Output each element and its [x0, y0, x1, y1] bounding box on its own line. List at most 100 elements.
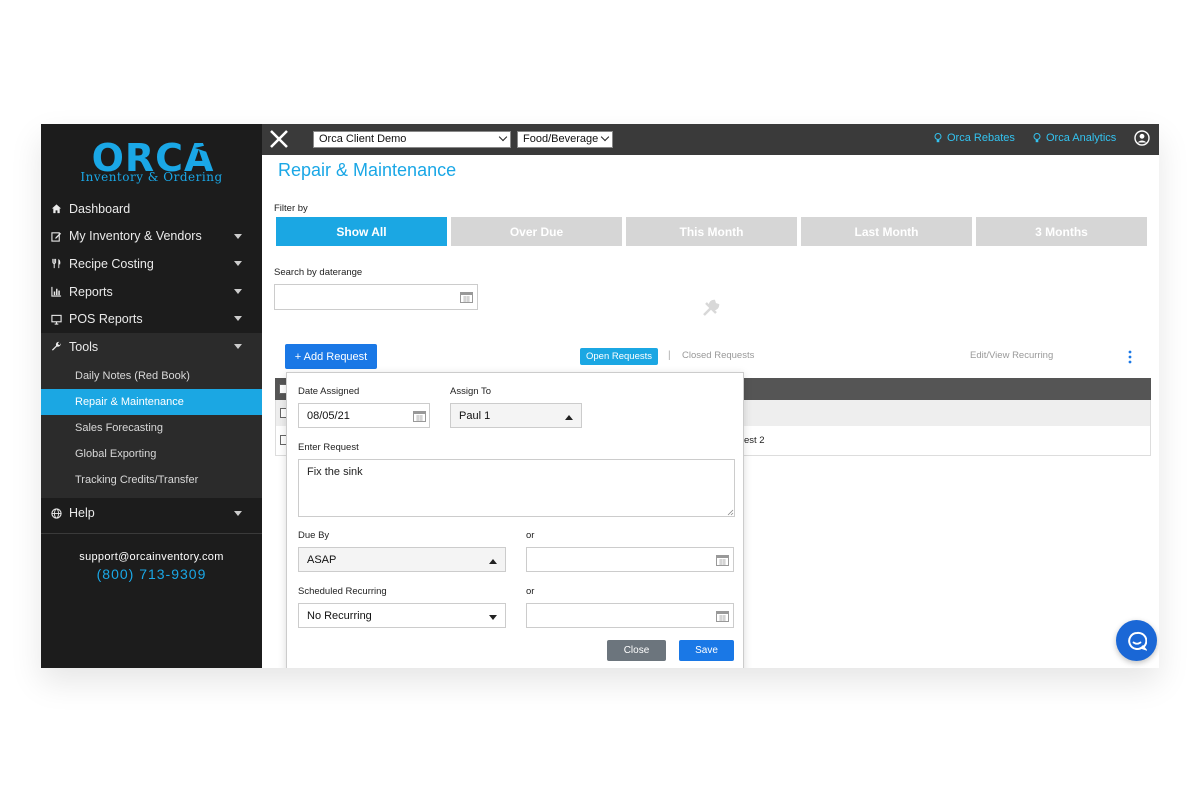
sidebar-subitem-repair-maintenance[interactable]: Repair & Maintenance: [41, 388, 262, 415]
daterange-input[interactable]: [274, 284, 478, 310]
chevron-down-icon: [234, 233, 242, 239]
sidebar-item-label: Help: [69, 506, 95, 521]
sidebar-item-label: POS Reports: [69, 312, 143, 327]
chevron-down-icon: [234, 288, 242, 294]
caret-down-icon: [489, 615, 497, 620]
sidebar-item-dashboard[interactable]: Dashboard: [41, 195, 262, 223]
scheduled-recurring-value: No Recurring: [307, 609, 372, 622]
logo-subtitle: Inventory & Ordering: [80, 170, 223, 184]
client-select[interactable]: Orca Client Demo: [313, 131, 511, 148]
filter-label: Filter by: [274, 203, 308, 214]
filter-over-due[interactable]: Over Due: [451, 217, 622, 246]
orca-rebates-label: Orca Rebates: [947, 132, 1015, 144]
chevron-down-icon: [234, 261, 242, 267]
calendar-icon[interactable]: [716, 554, 729, 566]
tab-open-requests[interactable]: Open Requests: [580, 348, 659, 365]
chat-bubble-icon: [1127, 631, 1147, 651]
due-by-date-input[interactable]: [526, 547, 734, 572]
request-textarea[interactable]: Fix the sink: [298, 459, 735, 517]
sidebar-nav: Dashboard My Inventory & Vendors Recipe …: [41, 195, 262, 527]
filter-3-months[interactable]: 3 Months: [976, 217, 1147, 246]
sidebar-subitem-daily-notes[interactable]: Daily Notes (Red Book): [41, 363, 262, 389]
sidebar-item-reports[interactable]: Reports: [41, 278, 262, 306]
or-label: or: [526, 530, 535, 541]
close-button[interactable]: Close: [607, 640, 666, 661]
filter-last-month[interactable]: Last Month: [801, 217, 972, 246]
user-avatar-icon[interactable]: [1134, 130, 1150, 146]
filter-buttons: Show All Over Due This Month Last Month …: [276, 217, 1147, 246]
due-by-label: Due By: [298, 530, 330, 541]
resize-handle-icon[interactable]: [727, 509, 734, 516]
main-content: Repair & Maintenance Filter by Show All …: [262, 155, 1159, 668]
edit-view-recurring-link[interactable]: Edit/View Recurring: [970, 350, 1053, 361]
chat-button[interactable]: [1116, 620, 1157, 661]
date-assigned-label: Date Assigned: [298, 386, 360, 397]
caret-up-icon: [565, 415, 573, 420]
monitor-icon: [50, 313, 62, 325]
date-assigned-input[interactable]: 08/05/21: [298, 403, 430, 428]
scheduled-recurring-label: Scheduled Recurring: [298, 586, 387, 597]
sidebar-item-label: Dashboard: [69, 201, 131, 216]
more-options-icon[interactable]: [1127, 349, 1133, 365]
orca-analytics-label: Orca Analytics: [1046, 132, 1117, 144]
assign-to-select[interactable]: Paul 1: [450, 403, 582, 428]
sidebar-item-label: Recipe Costing: [69, 256, 154, 271]
lightbulb-icon: [1033, 133, 1041, 143]
support-email[interactable]: support@orcainventory.com: [41, 551, 262, 563]
tools-decorative-icon: [703, 299, 720, 316]
sidebar-item-help[interactable]: Help: [41, 500, 262, 528]
sidebar-subitem-global-exporting[interactable]: Global Exporting: [41, 441, 262, 467]
wrench-icon: [50, 341, 62, 353]
bar-chart-icon: [50, 286, 62, 298]
chevron-down-icon: [234, 510, 242, 516]
sidebar-item-inventory[interactable]: My Inventory & Vendors: [41, 223, 262, 251]
sidebar-item-recipe-costing[interactable]: Recipe Costing: [41, 250, 262, 278]
tab-separator: |: [668, 350, 671, 361]
orca-rebates-link[interactable]: Orca Rebates: [934, 132, 1015, 144]
sidebar-item-label: My Inventory & Vendors: [69, 229, 202, 244]
save-button[interactable]: Save: [679, 640, 734, 661]
caret-up-icon: [489, 559, 497, 564]
tools-submenu: Daily Notes (Red Book) Repair & Maintena…: [41, 360, 262, 498]
support-phone[interactable]: (800) 713-9309: [41, 566, 262, 582]
scheduled-recurring-select[interactable]: No Recurring: [298, 603, 506, 628]
due-by-value: ASAP: [307, 553, 337, 566]
date-assigned-value: 08/05/21: [307, 409, 350, 422]
sidebar-subitem-tracking-credits[interactable]: Tracking Credits/Transfer: [41, 467, 262, 493]
sidebar-item-label: Reports: [69, 284, 113, 299]
chevron-down-icon: [234, 343, 242, 349]
sidebar-item-tools[interactable]: Tools: [41, 332, 262, 361]
sidebar: ORCA Inventory & Ordering Dashboard My I…: [41, 124, 262, 668]
home-icon: [50, 203, 62, 215]
client-select-value: Orca Client Demo: [319, 133, 407, 145]
tab-closed-requests[interactable]: Closed Requests: [682, 350, 754, 361]
search-daterange-label: Search by daterange: [274, 267, 363, 278]
filter-this-month[interactable]: This Month: [626, 217, 797, 246]
category-select[interactable]: Food/Beverage: [517, 131, 613, 148]
assign-to-label: Assign To: [450, 386, 492, 397]
utensils-icon: [50, 258, 62, 270]
due-by-select[interactable]: ASAP: [298, 547, 506, 572]
chevron-down-icon: [600, 132, 610, 142]
sidebar-item-pos-reports[interactable]: POS Reports: [41, 305, 262, 333]
add-request-button[interactable]: + Add Request: [285, 344, 377, 369]
add-request-modal: Date Assigned 08/05/21 Assign To Paul 1 …: [286, 372, 744, 668]
chevron-down-icon: [234, 316, 242, 322]
assign-to-value: Paul 1: [459, 409, 491, 422]
close-icon[interactable]: [269, 129, 289, 149]
recurring-date-input[interactable]: [526, 603, 734, 628]
page-title: Repair & Maintenance: [278, 160, 457, 180]
top-bar: Orca Client Demo Food/Beverage Orca Reba…: [262, 124, 1159, 155]
calendar-icon[interactable]: [460, 291, 473, 303]
enter-request-label: Enter Request: [298, 442, 359, 453]
app-window: ORCA Inventory & Ordering Dashboard My I…: [41, 124, 1159, 668]
calendar-icon[interactable]: [413, 410, 426, 422]
sidebar-subitem-sales-forecasting[interactable]: Sales Forecasting: [41, 415, 262, 441]
calendar-icon[interactable]: [716, 610, 729, 622]
sidebar-item-label: Tools: [69, 339, 99, 354]
lightbulb-icon: [934, 133, 942, 143]
filter-show-all[interactable]: Show All: [276, 217, 447, 246]
globe-icon: [50, 507, 62, 519]
orca-analytics-link[interactable]: Orca Analytics: [1033, 132, 1116, 144]
edit-icon: [50, 230, 62, 242]
